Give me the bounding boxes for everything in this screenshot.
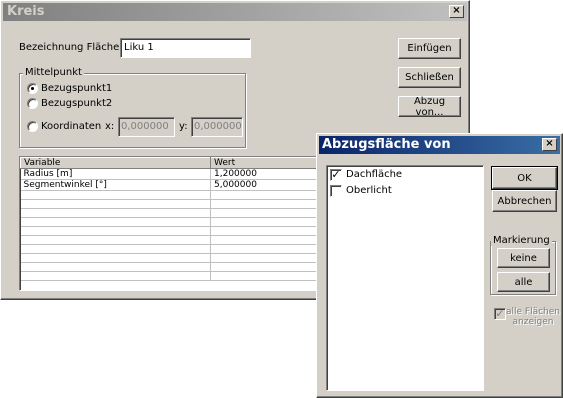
mittelpunkt-group-label: Mittelpunkt [23,67,84,78]
schliessen-button-label: Schließen [405,72,454,83]
abbrechen-button[interactable]: Abbrechen [492,190,557,212]
einfuegen-button[interactable]: Einfügen [398,38,461,59]
table-cell: 1,200000 [210,168,323,180]
checkmark-icon: ✓ [495,307,505,320]
bezeichnung-input[interactable]: Liku 1 [120,38,251,58]
table-cell [210,226,323,236]
radio-bezugspunkt1[interactable] [27,83,38,94]
radio-koordinaten-label: Koordinaten [41,121,102,132]
x-input[interactable]: 0,000000 [118,117,175,137]
table-cell [20,217,211,227]
abzug-close-button[interactable]: × [542,138,557,151]
table-row[interactable] [20,235,323,245]
table-row[interactable] [20,244,323,254]
checkmark-icon: ✓ [331,168,341,181]
table-header-row: Variable Wert [20,157,323,169]
table-cell [20,208,211,218]
table-row[interactable]: Segmentwinkel [°] 5,000000 [20,179,323,191]
abbrechen-button-label: Abbrechen [497,195,552,207]
table-row[interactable] [20,262,323,272]
keine-button-label: keine [510,252,537,264]
variables-grid: Variable Wert Radius [m] 1,200000 Segmen… [20,157,323,281]
table-row[interactable] [20,208,323,218]
table-cell [210,235,323,245]
table-cell: Segmentwinkel [°] [20,179,211,191]
kreis-title: Kreis [7,4,45,19]
x-label: x: [105,121,115,132]
table-cell [20,244,211,254]
checkbox-dachflaeche[interactable]: ✓ [330,169,342,181]
table-cell [210,262,323,272]
keine-button[interactable]: keine [497,248,550,268]
table-cell [210,271,323,281]
table-cell [20,262,211,272]
alle-button-label: alle [514,276,533,288]
markierung-group-label: Markierung [491,235,552,246]
close-icon: × [452,5,461,16]
column-header-wert[interactable]: Wert [210,157,323,169]
checkbox-dachflaeche-label: Dachfläche [346,169,403,180]
table-cell [20,190,211,200]
table-cell [210,244,323,254]
table-row[interactable] [20,253,323,263]
table-cell: 5,000000 [210,179,323,191]
table-row[interactable] [20,271,323,281]
y-label: y: [179,121,188,132]
checkbox-alle-flaechen-label: alle Flächen anzeigen [506,307,560,327]
table-cell [20,235,211,245]
table-row[interactable] [20,217,323,227]
kreis-title-bar[interactable]: Kreis × [3,3,467,21]
y-value: 0,000000 [194,121,242,132]
radio-selected-dot [31,87,34,90]
schliessen-button[interactable]: Schließen [398,67,461,88]
bezeichnung-value: Liku 1 [124,42,154,53]
table-row[interactable] [20,226,323,236]
table-row[interactable] [20,190,323,200]
kreis-close-button[interactable]: × [449,5,464,18]
column-header-variable[interactable]: Variable [20,157,211,169]
radio-bezugspunkt2-label: Bezugspunkt2 [41,98,113,109]
bezeichnung-label: Bezeichnung Fläche: [19,42,123,53]
variables-table: Variable Wert Radius [m] 1,200000 Segmen… [19,156,324,291]
abzug-title-bar[interactable]: Abzugsfläche von × [319,136,560,154]
abzug-dialog: Abzugsfläche von × ✓ Dachfläche Oberlich… [316,133,563,398]
einfuegen-button-label: Einfügen [407,43,452,54]
checkbox-oberlicht[interactable] [330,185,342,197]
table-row[interactable]: Radius [m] 1,200000 [20,168,323,180]
alle-button[interactable]: alle [497,272,550,292]
checkbox-oberlicht-label: Oberlicht [346,185,392,196]
abzug-von-button-label: Abzug von... [413,95,446,118]
table-cell [20,271,211,281]
ok-button[interactable]: OK [491,166,558,190]
abzug-checklist: ✓ Dachfläche Oberlicht [326,165,484,391]
ok-button-label: OK [517,172,532,184]
abzug-title: Abzugsfläche von [322,137,451,152]
table-cell [210,199,323,209]
table-cell [210,253,323,263]
table-cell [210,217,323,227]
table-cell: Radius [m] [20,168,211,180]
abzug-von-button[interactable]: Abzug von... [398,95,461,118]
y-input[interactable]: 0,000000 [191,117,243,137]
table-cell [210,190,323,200]
x-value: 0,000000 [121,121,169,132]
table-cell [210,208,323,218]
close-icon: × [545,138,554,149]
radio-bezugspunkt1-label: Bezugspunkt1 [41,83,113,94]
table-cell [20,199,211,209]
radio-koordinaten[interactable] [27,121,38,132]
table-cell [20,253,211,263]
table-row[interactable] [20,199,323,209]
table-cell [20,226,211,236]
radio-bezugspunkt2[interactable] [27,98,38,109]
